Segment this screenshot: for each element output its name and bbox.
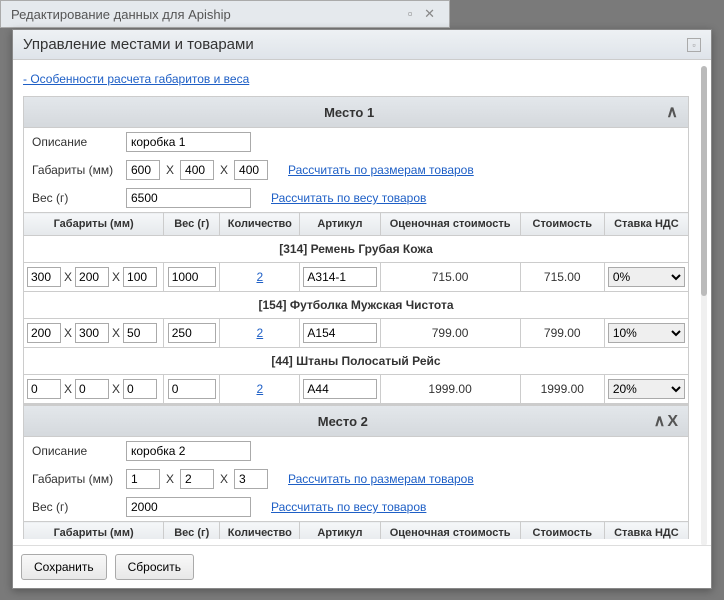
weight-label: Вес (г) — [32, 191, 120, 205]
item-estimated-cost: 1999.00 — [380, 375, 520, 404]
dim-w-input[interactable] — [180, 160, 214, 180]
weight-input[interactable] — [126, 188, 251, 208]
item-dim-h[interactable] — [123, 323, 157, 343]
dims-label: Габариты (мм) — [32, 163, 120, 177]
col-dims: Габариты (мм) — [24, 213, 164, 236]
item-weight[interactable] — [168, 379, 216, 399]
dim-h-input[interactable] — [234, 469, 268, 489]
item-cost: 799.00 — [520, 319, 604, 348]
dialog-title: Управление местами и товарами — [23, 36, 254, 53]
place-header-2: Место 2∧X — [23, 405, 689, 437]
place-title: Место 1 — [32, 105, 666, 120]
col-weight: Вес (г) — [164, 522, 220, 540]
col-estimated-cost: Оценочная стоимость — [380, 213, 520, 236]
parent-minimize-icon[interactable]: ▫ — [404, 6, 417, 21]
col-cost: Стоимость — [520, 522, 604, 540]
col-qty: Количество — [220, 213, 300, 236]
place-header-1: Место 1∧ — [23, 96, 689, 128]
item-title: [314] Ремень Грубая Кожа — [24, 236, 689, 263]
col-article: Артикул — [300, 522, 380, 540]
col-weight: Вес (г) — [164, 213, 220, 236]
col-dims: Габариты (мм) — [24, 522, 164, 540]
dim-l-input[interactable] — [126, 160, 160, 180]
item-dim-l[interactable] — [27, 267, 61, 287]
save-button[interactable]: Сохранить — [21, 554, 107, 580]
item-qty[interactable]: 2 — [256, 382, 263, 396]
item-qty[interactable]: 2 — [256, 326, 263, 340]
item-dim-h[interactable] — [123, 267, 157, 287]
item-dim-w[interactable] — [75, 267, 109, 287]
item-dim-l[interactable] — [27, 379, 61, 399]
col-article: Артикул — [300, 213, 380, 236]
item-estimated-cost: 799.00 — [380, 319, 520, 348]
calc-dims-link[interactable]: Рассчитать по размерам товаров — [288, 472, 474, 486]
desc-label: Описание — [32, 444, 120, 458]
desc-input[interactable] — [126, 132, 251, 152]
minimize-icon[interactable]: ▫ — [687, 38, 701, 52]
reset-button[interactable]: Сбросить — [115, 554, 194, 580]
item-title-row: [44] Штаны Полосатый Рейс — [24, 348, 689, 375]
col-vat: Ставка НДС — [604, 213, 688, 236]
item-data-row: XX2715.00715.000% — [24, 263, 689, 292]
item-dim-h[interactable] — [123, 379, 157, 399]
items-table: Габариты (мм)Вес (г)КоличествоАртикулОце… — [23, 521, 689, 539]
item-weight[interactable] — [168, 267, 216, 287]
features-link[interactable]: - Особенности расчета габаритов и веса — [23, 72, 249, 86]
item-cost: 715.00 — [520, 263, 604, 292]
item-title: [44] Штаны Полосатый Рейс — [24, 348, 689, 375]
parent-close-icon[interactable]: ✕ — [420, 6, 439, 21]
dim-h-input[interactable] — [234, 160, 268, 180]
item-title-row: [314] Ремень Грубая Кожа — [24, 236, 689, 263]
main-dialog: Управление местами и товарами ▫ - Особен… — [12, 29, 712, 589]
item-data-row: XX21999.001999.0020% — [24, 375, 689, 404]
parent-dialog: Редактирование данных для Apiship ▫ ✕ — [0, 0, 450, 28]
items-table: Габариты (мм)Вес (г)КоличествоАртикулОце… — [23, 212, 689, 404]
dialog-header: Управление местами и товарами ▫ — [13, 30, 711, 60]
col-estimated-cost: Оценочная стоимость — [380, 522, 520, 540]
item-article[interactable] — [303, 323, 376, 343]
item-article[interactable] — [303, 267, 376, 287]
item-vat-select[interactable]: 0% — [608, 267, 685, 287]
item-title-row: [154] Футболка Мужская Чистота — [24, 292, 689, 319]
calc-weight-link[interactable]: Рассчитать по весу товаров — [271, 500, 426, 514]
desc-input[interactable] — [126, 441, 251, 461]
scrollbar[interactable] — [701, 66, 707, 545]
place-title: Место 2 — [32, 414, 654, 429]
item-dim-w[interactable] — [75, 323, 109, 343]
item-data-row: XX2799.00799.0010% — [24, 319, 689, 348]
col-vat: Ставка НДС — [604, 522, 688, 540]
dialog-footer: Сохранить Сбросить — [13, 545, 711, 588]
col-cost: Стоимость — [520, 213, 604, 236]
item-vat-select[interactable]: 10% — [608, 323, 685, 343]
item-title: [154] Футболка Мужская Чистота — [24, 292, 689, 319]
item-estimated-cost: 715.00 — [380, 263, 520, 292]
place-collapse-icon[interactable]: ∧X — [654, 411, 680, 431]
calc-weight-link[interactable]: Рассчитать по весу товаров — [271, 191, 426, 205]
dims-label: Габариты (мм) — [32, 472, 120, 486]
col-qty: Количество — [220, 522, 300, 540]
weight-label: Вес (г) — [32, 500, 120, 514]
desc-label: Описание — [32, 135, 120, 149]
scrollbar-thumb[interactable] — [701, 66, 707, 296]
item-article[interactable] — [303, 379, 376, 399]
dim-l-input[interactable] — [126, 469, 160, 489]
item-vat-select[interactable]: 20% — [608, 379, 685, 399]
place-collapse-icon[interactable]: ∧ — [666, 102, 680, 122]
weight-input[interactable] — [126, 497, 251, 517]
calc-dims-link[interactable]: Рассчитать по размерам товаров — [288, 163, 474, 177]
item-dim-l[interactable] — [27, 323, 61, 343]
item-weight[interactable] — [168, 323, 216, 343]
item-qty[interactable]: 2 — [256, 270, 263, 284]
dim-w-input[interactable] — [180, 469, 214, 489]
item-cost: 1999.00 — [520, 375, 604, 404]
item-dim-w[interactable] — [75, 379, 109, 399]
parent-dialog-title: Редактирование данных для Apiship — [11, 7, 231, 22]
